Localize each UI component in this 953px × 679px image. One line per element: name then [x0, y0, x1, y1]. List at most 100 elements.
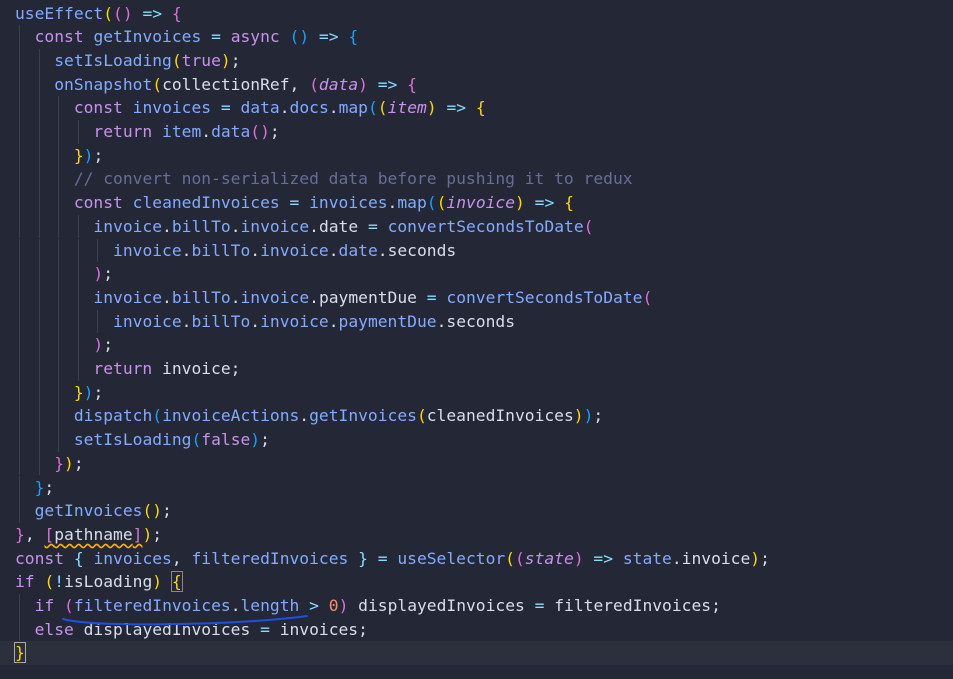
code-line[interactable]: if (!isLoading) { — [0, 570, 953, 594]
code-token: ( — [309, 74, 319, 94]
code-token: invoice — [240, 216, 310, 236]
code-line[interactable]: const cleanedInvoices = invoices.map((in… — [0, 191, 953, 215]
code-text: // convert non-serialized data before pu… — [15, 167, 633, 191]
code-token: => — [524, 193, 565, 213]
code-token: () — [289, 27, 310, 47]
code-token: ] — [132, 524, 143, 544]
code-token: displayedInvoices — [348, 596, 535, 615]
code-line[interactable]: invoice.billTo.invoice.paymentDue.second… — [0, 309, 953, 334]
code-token: ( — [377, 98, 388, 118]
code-token: => — [436, 98, 476, 118]
code-editor[interactable]: useEffect(() => { const getInvoices = as… — [0, 0, 953, 679]
code-text: } — [14, 641, 26, 665]
code-token: } — [348, 548, 378, 568]
code-token: ; — [44, 477, 55, 497]
code-token: invoices — [309, 193, 388, 213]
code-token: const — [73, 98, 133, 118]
code-line[interactable]: setIsLoading(true); — [0, 48, 953, 73]
code-token: { — [171, 3, 182, 23]
code-token: ) — [152, 572, 163, 592]
code-token: invoice — [240, 287, 310, 307]
code-token: ( — [514, 548, 525, 568]
code-token: ( — [191, 430, 202, 450]
code-line[interactable]: invoice.billTo.invoice.paymentDue = conv… — [0, 285, 953, 310]
code-line[interactable]: setIsLoading(false); — [0, 428, 953, 452]
code-token: => — [132, 3, 172, 23]
code-token: . — [230, 287, 241, 307]
code-line[interactable]: }); — [0, 451, 953, 476]
code-line[interactable]: }; — [0, 475, 953, 500]
code-text: getInvoices(); — [15, 499, 172, 523]
code-token: ( — [103, 3, 114, 23]
code-token: seconds — [446, 311, 516, 331]
code-line[interactable]: }); — [0, 143, 953, 168]
code-text: }); — [15, 144, 103, 168]
code-token: = — [358, 216, 388, 236]
code-text: const { invoices, filteredInvoices } = u… — [15, 547, 770, 571]
code-token: { — [170, 571, 183, 593]
code-token: invoice — [113, 240, 182, 260]
code-line[interactable]: useEffect(() => { — [0, 2, 953, 26]
code-line[interactable]: invoice.billTo.invoice.date = convertSec… — [0, 214, 953, 239]
code-token: => — [367, 74, 408, 94]
code-token: ( — [426, 193, 437, 213]
code-token: isLoading — [64, 572, 153, 592]
code-line[interactable]: invoice.billTo.invoice.date.seconds — [0, 238, 953, 263]
code-line[interactable]: getInvoices(); — [0, 499, 953, 523]
code-text: const invoices = data.docs.map((item) =>… — [15, 96, 486, 120]
code-token: } — [15, 524, 25, 544]
code-text: const cleanedInvoices = invoices.map((in… — [15, 191, 574, 215]
code-line[interactable]: // convert non-serialized data before pu… — [0, 167, 953, 192]
code-token: ! — [54, 572, 65, 592]
code-token: filteredInvoices — [554, 596, 712, 615]
code-token: > — [299, 596, 329, 615]
code-text: }; — [15, 476, 55, 500]
code-token: 0 — [328, 596, 339, 615]
code-line[interactable]: ); — [0, 262, 953, 286]
code-token: const — [73, 193, 133, 213]
code-token: = — [377, 548, 398, 568]
code-token: () — [250, 122, 270, 141]
code-token: onSnapshot — [54, 74, 153, 94]
code-text: }); — [15, 381, 103, 405]
code-line[interactable]: return item.data(); — [0, 120, 953, 144]
code-line[interactable]: return invoice; — [0, 357, 953, 381]
code-token: billTo — [171, 287, 231, 307]
code-token: . — [230, 596, 241, 615]
code-token: true — [181, 50, 221, 70]
code-token: cleanedInvoices — [132, 193, 280, 213]
code-token: ) — [338, 596, 349, 615]
code-line[interactable]: if (filteredInvoices.length > 0) display… — [0, 594, 953, 618]
code-text: setIsLoading(false); — [15, 428, 270, 452]
code-token: invoice — [681, 548, 751, 568]
code-text: invoice.billTo.invoice.paymentDue = conv… — [15, 286, 652, 310]
code-token: invoices — [279, 619, 359, 639]
code-token: invoice — [446, 193, 516, 213]
code-line[interactable]: const getInvoices = async () => { — [0, 25, 953, 49]
code-token: billTo — [191, 311, 251, 331]
code-token: . — [377, 240, 388, 260]
code-line[interactable]: const invoices = data.docs.map((item) =>… — [0, 96, 953, 120]
code-line[interactable]: onSnapshot(collectionRef, (data) => { — [0, 72, 953, 97]
code-line[interactable]: } — [0, 641, 953, 666]
code-line[interactable]: ); — [0, 333, 953, 357]
code-line[interactable]: dispatch(invoiceActions.getInvoices(clea… — [0, 404, 953, 429]
code-token: invoice — [260, 240, 329, 260]
code-token: . — [201, 122, 212, 141]
code-line[interactable]: }); — [0, 380, 953, 405]
code-token: displayedInvoices — [83, 619, 261, 639]
code-line[interactable]: const { invoices, filteredInvoices } = u… — [0, 547, 953, 571]
code-line[interactable]: }, [pathname]); — [0, 523, 953, 547]
code-token: dispatch — [73, 406, 153, 426]
code-token: ( — [416, 406, 427, 426]
code-token: convertSecondsToDate — [387, 216, 584, 236]
code-line[interactable]: else displayedInvoices = invoices; — [0, 617, 953, 642]
code-token: const — [15, 548, 74, 568]
